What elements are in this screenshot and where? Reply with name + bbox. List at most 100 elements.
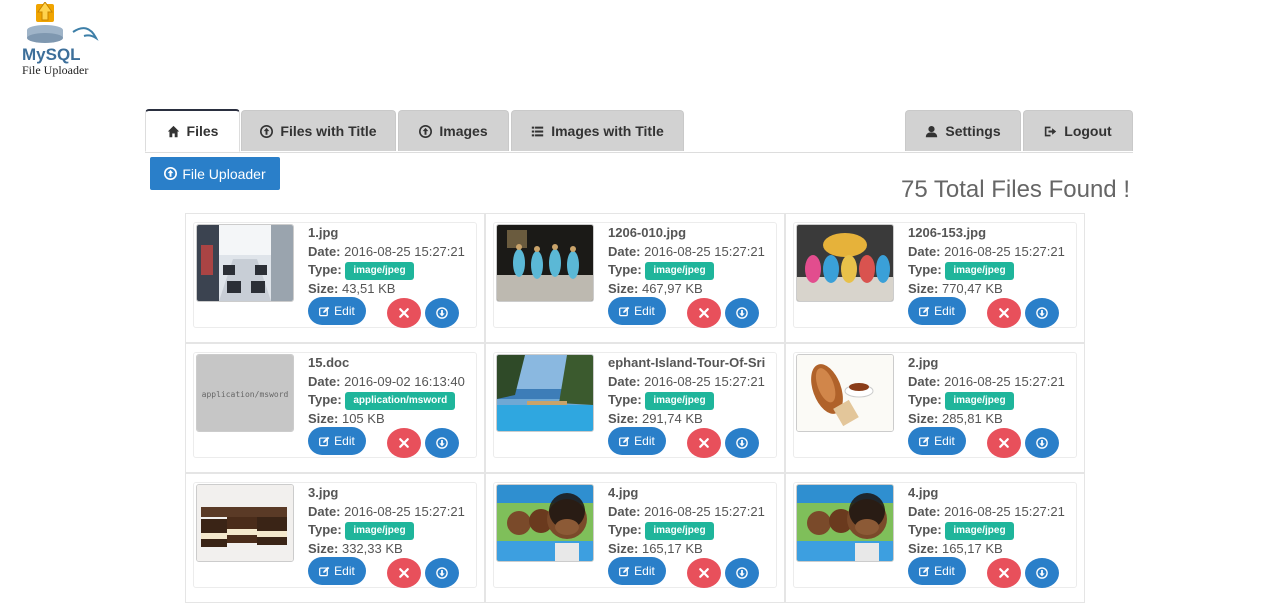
edit-button[interactable]: Edit [908, 427, 966, 455]
file-type-badge: image/jpeg [945, 521, 1014, 540]
delete-button[interactable] [987, 298, 1021, 328]
edit-button[interactable]: Edit [608, 427, 666, 455]
tab-files[interactable]: Files [145, 109, 240, 152]
tab-label: Settings [945, 123, 1001, 139]
file-info: 1206-153.jpg Date: 2016-08-25 15:27:21 Typ… [908, 224, 1078, 298]
close-icon [999, 308, 1009, 318]
edit-icon [319, 566, 330, 576]
delete-button[interactable] [387, 428, 421, 458]
file-type-badge: image/jpeg [945, 261, 1014, 280]
download-button[interactable] [725, 558, 759, 588]
tab-images[interactable]: Images [398, 110, 509, 151]
file-name: 1206-153.jpg [908, 225, 987, 240]
date-label: Date: [308, 243, 341, 259]
edit-button[interactable]: Edit [308, 427, 366, 455]
type-label: Type: [908, 262, 942, 277]
download-button[interactable] [1025, 428, 1059, 458]
edit-button[interactable]: Edit [608, 557, 666, 585]
size-label: Size: [308, 410, 339, 426]
file-card: 4.jpg Date: 2016-08-25 15:27:21 Type: imag… [785, 473, 1085, 603]
file-card: 2.jpg Date: 2016-08-25 15:27:21 Type: imag… [785, 343, 1085, 473]
file-thumbnail [196, 224, 294, 302]
file-info: 2.jpg Date: 2016-08-25 15:27:21 Type: imag… [908, 354, 1078, 428]
type-label: Type: [908, 522, 942, 537]
date-label: Date: [308, 373, 341, 389]
file-card: ephant-Island-Tour-Of-Sri Date: 2016-08-2… [485, 343, 785, 473]
download-button[interactable] [425, 428, 459, 458]
download-button[interactable] [1025, 298, 1059, 328]
file-type-badge: image/jpeg [645, 521, 714, 540]
upload-circle-icon [260, 124, 274, 138]
file-uploader-label: File Uploader [182, 165, 266, 182]
type-label: Type: [308, 392, 342, 407]
edit-label: Edit [934, 434, 955, 448]
logout-icon [1045, 126, 1057, 136]
file-name: 15.doc [308, 355, 350, 370]
date-label: Date: [908, 503, 941, 519]
edit-button[interactable]: Edit [308, 557, 366, 585]
edit-label: Edit [634, 304, 655, 318]
download-icon [436, 437, 448, 449]
tab-settings[interactable]: Settings [905, 110, 1021, 151]
download-button[interactable] [425, 558, 459, 588]
file-date: 2016-09-02 16:13:40 [344, 373, 465, 389]
edit-button[interactable]: Edit [908, 297, 966, 325]
file-size: 43,51 KB [341, 280, 396, 296]
edit-label: Edit [934, 564, 955, 578]
file-name: 3.jpg [308, 485, 339, 500]
download-icon [436, 567, 448, 579]
download-button[interactable] [1025, 558, 1059, 588]
close-icon [699, 308, 709, 318]
download-button[interactable] [725, 428, 759, 458]
file-name: 1206-010.jpg [608, 225, 687, 240]
delete-button[interactable] [687, 558, 721, 588]
file-thumbnail [796, 224, 894, 302]
edit-icon [319, 436, 330, 446]
upload-circle-icon [419, 124, 433, 138]
date-label: Date: [908, 243, 941, 259]
file-info: ephant-Island-Tour-Of-Sri Date: 2016-08-2… [608, 354, 778, 428]
home-icon [167, 125, 179, 137]
file-type-badge: image/jpeg [645, 391, 714, 410]
file-date: 2016-08-25 15:27:21 [644, 373, 765, 389]
file-size: 332,33 KB [341, 540, 403, 556]
type-label: Type: [908, 392, 942, 407]
logo-text: MySQL [22, 45, 81, 64]
type-label: Type: [308, 522, 342, 537]
edit-button[interactable]: Edit [608, 297, 666, 325]
tab-images-with-title[interactable]: Images with Title [511, 110, 684, 151]
download-button[interactable] [725, 298, 759, 328]
file-card: application/msword 15.doc Date: 2016-09-02… [185, 343, 485, 473]
file-info: 15.doc Date: 2016-09-02 16:13:40 Type: app… [308, 354, 478, 428]
delete-button[interactable] [687, 298, 721, 328]
file-size: 770,47 KB [941, 280, 1003, 296]
file-date: 2016-08-25 15:27:21 [344, 243, 465, 259]
edit-icon [619, 566, 630, 576]
date-label: Date: [608, 373, 641, 389]
size-label: Size: [608, 280, 639, 296]
download-button[interactable] [425, 298, 459, 328]
delete-button[interactable] [687, 428, 721, 458]
edit-icon [619, 306, 630, 316]
edit-label: Edit [334, 434, 355, 448]
file-uploader-button[interactable]: File Uploader [150, 157, 280, 190]
file-date: 2016-08-25 15:27:21 [944, 243, 1065, 259]
file-name: ephant-Island-Tour-Of-Sri [608, 355, 766, 370]
edit-button[interactable]: Edit [308, 297, 366, 325]
tab-files-with-title[interactable]: Files with Title [241, 110, 396, 151]
edit-label: Edit [334, 304, 355, 318]
delete-button[interactable] [987, 558, 1021, 588]
file-size: 467,97 KB [641, 280, 703, 296]
size-label: Size: [308, 540, 339, 556]
edit-icon [919, 436, 930, 446]
close-icon [699, 438, 709, 448]
edit-icon [619, 436, 630, 446]
close-icon [999, 568, 1009, 578]
delete-button[interactable] [387, 298, 421, 328]
delete-button[interactable] [987, 428, 1021, 458]
edit-button[interactable]: Edit [908, 557, 966, 585]
tab-logout[interactable]: Logout [1023, 110, 1133, 151]
download-icon [436, 307, 448, 319]
delete-button[interactable] [387, 558, 421, 588]
download-icon [736, 307, 748, 319]
